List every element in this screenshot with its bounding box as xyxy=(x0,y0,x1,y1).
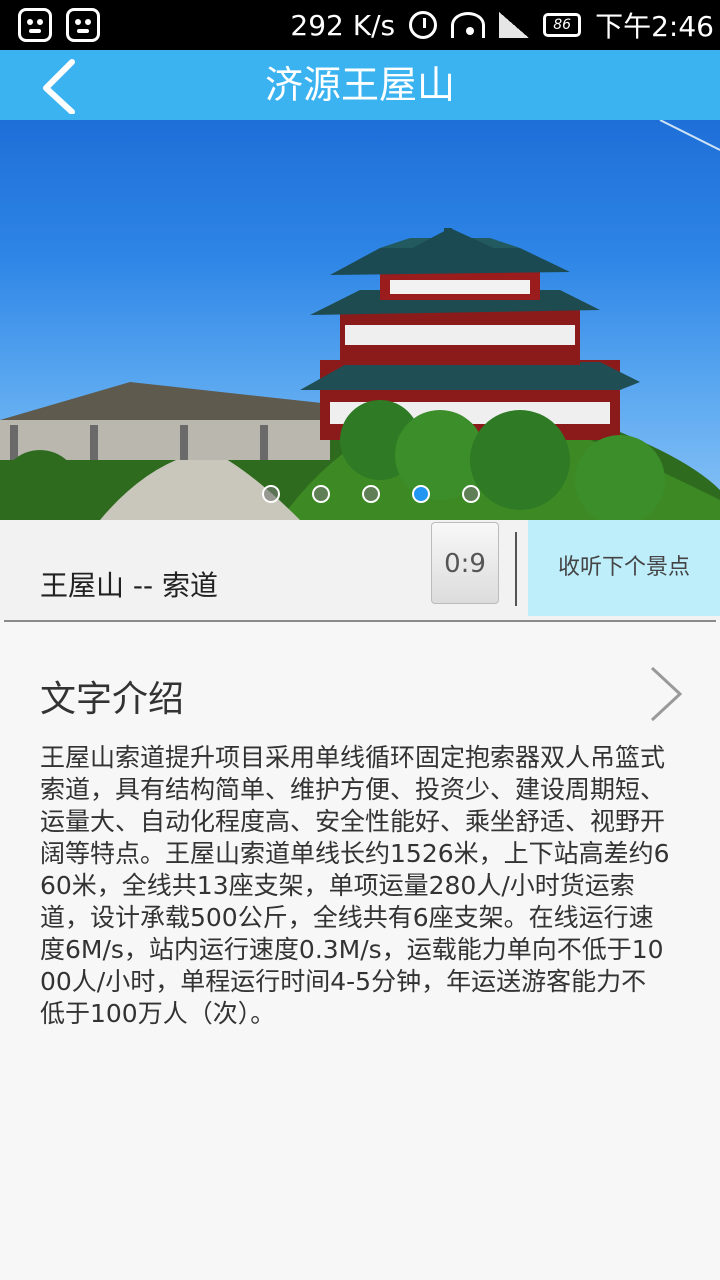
text-intro-header[interactable]: 文字介绍 xyxy=(0,640,720,740)
title-bar: 济源王屋山 xyxy=(0,50,720,120)
carousel-dot[interactable] xyxy=(262,485,280,503)
status-bar: 292 K/s 86 下午2:46 xyxy=(0,0,720,50)
section-title: 文字介绍 xyxy=(40,679,185,720)
alarm-icon xyxy=(409,11,438,39)
wifi-icon xyxy=(451,12,486,38)
carousel-dot-active[interactable] xyxy=(412,485,430,503)
audio-play-button[interactable]: 0:9 xyxy=(431,522,499,604)
network-speed: 292 K/s xyxy=(290,8,396,42)
battery-icon: 86 xyxy=(543,13,582,37)
clock: 下午2:46 xyxy=(595,10,714,43)
carousel-dot[interactable] xyxy=(312,485,330,503)
pagoda-photo xyxy=(0,120,720,520)
page-title: 济源王屋山 xyxy=(264,63,455,107)
carousel-dot[interactable] xyxy=(362,485,380,503)
intro-text: 王屋山索道提升项目采用单线循环固定抱索器双人吊篮式索道，具有结构简单、维护方便、… xyxy=(40,743,670,1028)
app-notification-icon xyxy=(18,8,52,42)
scenic-image-carousel[interactable] xyxy=(0,120,720,520)
divider xyxy=(515,532,517,606)
chevron-right-icon xyxy=(650,666,683,722)
divider xyxy=(4,620,716,622)
app-notification-icon xyxy=(66,8,100,42)
carousel-dot[interactable] xyxy=(462,485,480,503)
audio-track-title: 王屋山 -- 索道 xyxy=(40,569,219,602)
signal-icon xyxy=(499,12,530,38)
status-indicators: 292 K/s 86 下午2:46 xyxy=(290,0,714,50)
notification-icons xyxy=(18,8,100,42)
carousel-indicator xyxy=(262,485,480,503)
audio-guide-bar: 王屋山 -- 索道 0:9 收听下个景点 xyxy=(0,520,720,620)
next-spot-button[interactable]: 收听下个景点 xyxy=(528,520,720,616)
